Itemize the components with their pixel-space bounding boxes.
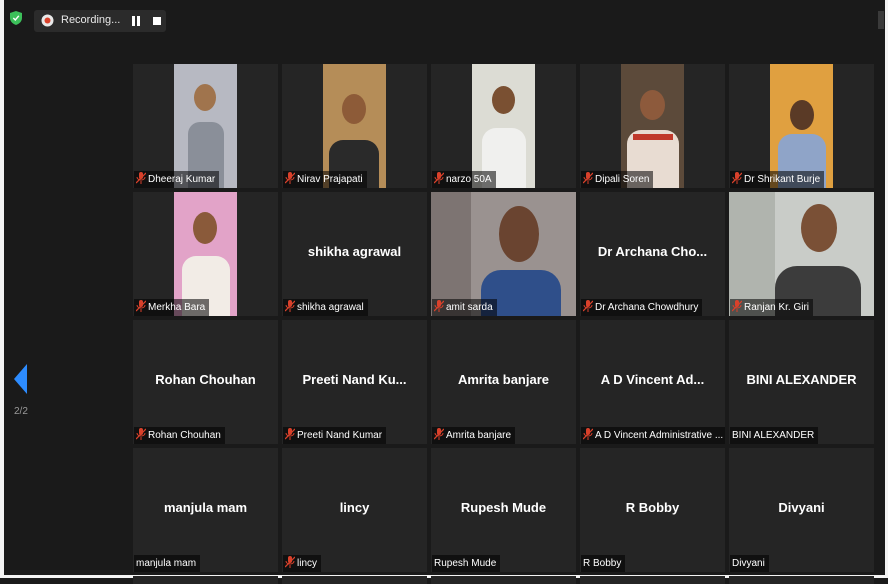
participant-display-name: Divyani <box>778 500 825 515</box>
participant-tile[interactable]: narzo 50A <box>431 64 576 188</box>
participant-display-name: Dr Archana Cho... <box>597 244 708 259</box>
mic-muted-icon <box>136 172 146 184</box>
participant-tile[interactable]: A D Vincent Ad... A D Vincent Administra… <box>580 320 725 444</box>
participant-name-tag: narzo 50A <box>432 171 496 188</box>
participant-name-tag: lincy <box>283 555 322 572</box>
participant-tile[interactable]: manjula mam manjula mam <box>133 448 278 572</box>
mic-muted-icon <box>434 428 444 440</box>
participant-video <box>472 64 535 188</box>
participant-tile[interactable] <box>133 576 278 584</box>
view-options-button[interactable] <box>878 11 884 29</box>
mic-muted-icon <box>136 428 146 440</box>
participant-tile[interactable] <box>431 576 576 584</box>
meeting-top-bar: Recording... <box>4 4 884 32</box>
participant-tile[interactable] <box>729 576 874 584</box>
participant-tile[interactable]: Dipali Soren <box>580 64 725 188</box>
recording-indicator: Recording... <box>34 10 166 32</box>
participant-display-name: R Bobby <box>625 500 680 515</box>
participant-display-name: Rupesh Mude <box>460 500 547 515</box>
participant-display-name: Rohan Chouhan <box>155 372 256 387</box>
participant-name-tag: Nirav Prajapati <box>283 171 367 188</box>
participant-display-name: Preeti Nand Ku... <box>302 372 407 387</box>
mic-muted-icon <box>285 300 295 312</box>
participant-tile[interactable]: Merkha Bara <box>133 192 278 316</box>
participant-tile[interactable]: Amrita banjare Amrita banjare <box>431 320 576 444</box>
mic-muted-icon <box>285 556 295 568</box>
participant-tile[interactable]: R Bobby R Bobby <box>580 448 725 572</box>
participant-display-name: A D Vincent Ad... <box>600 372 705 387</box>
participant-tile[interactable]: Preeti Nand Ku... Preeti Nand Kumar <box>282 320 427 444</box>
participant-name-tag: Dipali Soren <box>581 171 654 188</box>
participant-tile[interactable] <box>282 576 427 584</box>
mic-muted-icon <box>583 300 593 312</box>
participant-video <box>323 64 386 188</box>
participant-name-tag: Divyani <box>730 555 769 572</box>
mic-muted-icon <box>285 428 295 440</box>
participant-name-tag: Merkha Bara <box>134 299 210 316</box>
participant-tile[interactable]: Rupesh Mude Rupesh Mude <box>431 448 576 572</box>
participant-tile[interactable] <box>580 576 725 584</box>
recording-label: Recording... <box>61 14 121 26</box>
participant-name-tag: BINI ALEXANDER <box>730 427 819 444</box>
participant-name-tag: Amrita banjare <box>432 427 516 444</box>
participant-tile[interactable]: Nirav Prajapati <box>282 64 427 188</box>
participant-video <box>174 64 237 188</box>
recording-icon <box>41 14 54 27</box>
stop-recording-button[interactable] <box>153 17 161 25</box>
participant-tile[interactable]: Dr Archana Cho... Dr Archana Chowdhury <box>580 192 725 316</box>
participant-name-tag: Dr Shrikant Burje <box>730 171 825 188</box>
participant-video <box>174 192 237 316</box>
participant-video <box>431 192 576 316</box>
mic-muted-icon <box>583 172 593 184</box>
participant-name-tag: shikha agrawal <box>283 299 368 316</box>
participant-tile[interactable]: Dr Shrikant Burje <box>729 64 874 188</box>
mic-muted-icon <box>434 172 444 184</box>
mic-muted-icon <box>285 172 295 184</box>
shield-icon[interactable] <box>10 11 22 25</box>
participant-name-tag: R Bobby <box>581 555 626 572</box>
participant-tile[interactable]: Dheeraj Kumar <box>133 64 278 188</box>
mic-muted-icon <box>732 300 742 312</box>
participant-display-name: manjula mam <box>163 500 248 515</box>
participant-tile[interactable]: lincy lincy <box>282 448 427 572</box>
mic-muted-icon <box>434 300 444 312</box>
participant-video <box>621 64 684 188</box>
pause-recording-button[interactable] <box>132 16 142 26</box>
participant-display-name: shikha agrawal <box>307 244 402 259</box>
participant-tile[interactable]: Ranjan Kr. Giri <box>729 192 874 316</box>
participant-tile[interactable]: shikha agrawal shikha agrawal <box>282 192 427 316</box>
participant-name-tag: Dr Archana Chowdhury <box>581 299 703 316</box>
previous-page-arrow-icon[interactable] <box>14 364 27 394</box>
participant-name-tag: amit sarda <box>432 299 497 316</box>
participant-name-tag: Preeti Nand Kumar <box>283 427 387 444</box>
page-indicator: 2/2 <box>14 406 28 417</box>
participant-name-tag: manjula mam <box>134 555 201 572</box>
mic-muted-icon <box>136 300 146 312</box>
participant-video <box>729 192 874 316</box>
participant-video <box>770 64 833 188</box>
participant-tile[interactable]: BINI ALEXANDER BINI ALEXANDER <box>729 320 874 444</box>
participant-tile[interactable]: Rohan Chouhan Rohan Chouhan <box>133 320 278 444</box>
participant-name-tag: A D Vincent Administrative ... <box>581 427 725 444</box>
participant-tile[interactable]: Divyani Divyani <box>729 448 874 572</box>
participant-name-tag: Rupesh Mude <box>432 555 501 572</box>
mic-muted-icon <box>583 428 593 440</box>
participant-name-tag: Rohan Chouhan <box>134 427 225 444</box>
participant-name-tag: Ranjan Kr. Giri <box>730 299 814 316</box>
participant-name-tag: Dheeraj Kumar <box>134 171 220 188</box>
mic-muted-icon <box>732 172 742 184</box>
participant-display-name: Amrita banjare <box>457 372 550 387</box>
participant-display-name: BINI ALEXANDER <box>746 372 857 387</box>
participant-display-name: lincy <box>339 500 370 515</box>
participant-tile[interactable]: amit sarda <box>431 192 576 316</box>
